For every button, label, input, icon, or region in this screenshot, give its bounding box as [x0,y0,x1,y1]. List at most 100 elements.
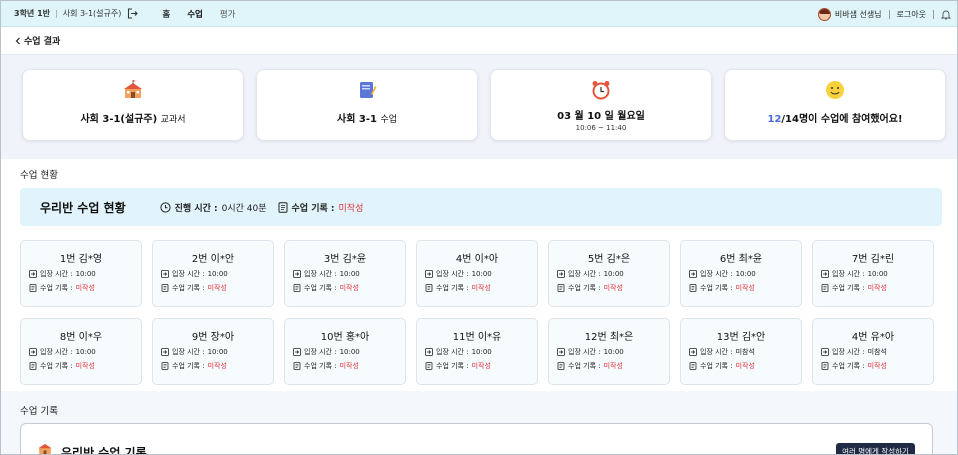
record-row: 수업 기록 : 미작성 [821,361,933,371]
record-box-title: 우리반 수업 기록 [61,446,147,455]
record-section-title: 수업 기록 [20,406,58,417]
student-name: 4번 이*아 [455,254,499,265]
entry-time-label: 입장 시간 : [172,348,205,356]
entry-icon [821,270,829,278]
nav-home[interactable]: 홈 [162,8,170,20]
entry-time-value: 10:00 [867,270,888,278]
entry-time-label: 입장 시간 : [568,348,601,356]
student-name: 6번 최*윤 [719,254,763,265]
entry-time-label: 입장 시간 : [832,270,865,278]
nav-evaluation[interactable]: 평가 [220,8,236,20]
record-label: 수업 기록 : [832,362,865,370]
record-row: 수업 기록 : 미작성 [29,361,141,371]
separator: | [55,9,58,18]
entry-icon [425,348,433,356]
student-card[interactable]: 11번 이*유 입장 시간 :10:00 수업 기록 : 미작성 [416,318,538,385]
main-nav: 홈 수업 평가 [162,8,235,20]
bell-icon[interactable] [941,9,951,20]
back-link[interactable]: 수업 결과 [15,34,60,47]
record-row: 수업 기록 : 미작성 [557,283,669,293]
subject-label[interactable]: 사회 3-1(설규주) [63,8,122,19]
student-card[interactable]: 9번 장*아 입장 시간 :10:00 수업 기록 : 미작성 [152,318,274,385]
exit-icon[interactable] [127,8,139,19]
student-name: 2번 이*안 [191,254,235,265]
entry-time-row: 입장 시간 :10:00 [161,269,273,279]
student-card[interactable]: 10번 홍*아 입장 시간 :10:00 수업 기록 : 미작성 [284,318,406,385]
record-row: 수업 기록 : 미작성 [293,361,405,371]
logout-button[interactable]: 로그아웃 [897,9,926,20]
entry-icon [425,270,433,278]
entry-time-row: 입장 시간 :10:00 [293,347,405,357]
record-status: 미작성 [207,362,227,370]
elapsed-time: 진행 시간 :0시간 40분 [160,201,267,214]
record-row: 수업 기록 : 미작성 [29,283,141,293]
nav-lesson[interactable]: 수업 [187,8,203,20]
record-box [20,423,933,454]
document-icon [821,284,829,292]
entry-time-label: 입장 시간 : [832,348,865,356]
record-status: 미작성 [339,284,359,292]
student-card[interactable]: 6번 최*윤 입장 시간 :10:00 수업 기록 : 미작성 [680,240,802,307]
record-label: 수업 기록 : [304,362,337,370]
record-label: 수업 기록 : [40,284,73,292]
entry-icon [689,348,697,356]
document-icon [689,362,697,370]
entry-icon [29,348,37,356]
record-row: 수업 기록 : 미작성 [425,361,537,371]
student-card[interactable]: 3번 김*윤 입장 시간 :10:00 수업 기록 : 미작성 [284,240,406,307]
entry-time-value: 10:00 [75,348,96,356]
student-card[interactable]: 7번 김*린 입장 시간 :10:00 수업 기록 : 미작성 [812,240,934,307]
entry-time-label: 입장 시간 : [568,270,601,278]
student-card[interactable]: 13번 김*안입장 시간 : 미참석수업 기록 : 미작성 [680,318,802,385]
document-icon [161,362,169,370]
entry-time-label: 입장 시간 : [700,348,733,356]
record-status: 미작성 [867,284,887,292]
avatar [817,7,831,21]
record-label: 수업 기록 : [700,362,733,370]
record-label: 수업 기록 : [436,284,469,292]
entry-icon [29,270,37,278]
student-card[interactable]: 12번 최*은 입장 시간 :10:00 수업 기록 : 미작성 [548,318,670,385]
write-multiple-button[interactable]: 여러 명에게 작성하기 [836,443,915,454]
student-card[interactable]: 1번 김*영 입장 시간 :10:00 수업 기록 : 미작성 [20,240,142,307]
divider [888,9,890,19]
record-status: 미작성 [735,284,755,292]
student-card[interactable]: 2번 이*안입장 시간 :10:00 수업 기록 : 미작성 [152,240,274,307]
book-icon [356,79,378,101]
chevron-left-icon [15,37,20,44]
alarm-clock-icon [590,79,612,101]
entry-time-value: 10:00 [75,270,96,278]
entry-icon [557,270,565,278]
entry-time-value: 미참석 [735,348,755,356]
entry-time-row: 입장 시간 :10:00 [425,347,537,357]
top-bar: 3학년 1반 | 사회 3-1(설규주) 홈 수업 평가 비바샘 선생님 로그아… [1,1,957,27]
record-row: 수업 기록 : 미작성 [161,283,273,293]
document-icon [29,362,37,370]
document-icon [425,284,433,292]
entry-icon [689,270,697,278]
entry-time-row: 입장 시간 :10:00 [425,269,537,279]
record-status: 미작성 [603,284,623,292]
entry-time-row: 입장 시간 :10:00 [557,269,669,279]
document-icon [689,284,697,292]
student-name: 7번 김*린 [851,254,895,265]
status-section-title: 수업 현황 [20,170,58,181]
entry-time-value: 10:00 [603,270,624,278]
entry-time-row: 입장 시간 :10:00 [557,347,669,357]
record-row: 수업 기록 : 미작성 [689,361,801,371]
student-card[interactable]: 8번 이*우 입장 시간 :10:00 수업 기록 : 미작성 [20,318,142,385]
student-card[interactable]: 5번 김*은 입장 시간 :10:00 수업 기록 : 미작성 [548,240,670,307]
student-name: 13번 김*안 [716,332,766,343]
record-label: 수업 기록 : [40,362,73,370]
record-label: 수업 기록 : [436,362,469,370]
student-card[interactable]: 4번 유*아 입장 시간 : 미참석 수업 기록 : 미작성 [812,318,934,385]
textbook-card: 사회 3-1(설규주) 교과서 [22,69,244,141]
back-label: 수업 결과 [24,37,61,47]
summary-band: 사회 3-1(설규주) 교과서 사회 3-1 수업 03 월 10 일 월요일 … [1,55,957,159]
entry-time-value: 10:00 [339,348,360,356]
student-card[interactable]: 4번 이*아 입장 시간 :10:00 수업 기록 : 미작성 [416,240,538,307]
entry-time-label: 입장 시간 : [304,348,337,356]
entry-time-row: 입장 시간 :10:00 [161,347,273,357]
class-label[interactable]: 3학년 1반 [14,8,50,19]
record-label: 수업 기록 : [568,362,601,370]
